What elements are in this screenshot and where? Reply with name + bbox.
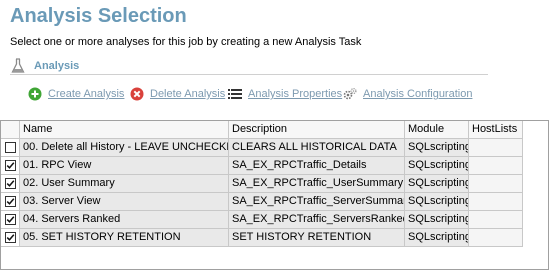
cell-module: SQLscripting: [405, 139, 469, 157]
cell-name: 05. SET HISTORY RETENTION: [20, 229, 229, 247]
cell-hostlists: [469, 139, 523, 157]
cell-description: SA_EX_RPCTraffic_ServerSummary: [229, 193, 405, 211]
cell-hostlists: [469, 175, 523, 193]
cell-description: CLEARS ALL HISTORICAL DATA: [229, 139, 405, 157]
section-label: Analysis: [34, 60, 80, 72]
analysis-grid: Name Description Module HostLists 00. De…: [0, 120, 549, 270]
analysis-configuration-label: Analysis Configuration: [363, 88, 473, 100]
page-title: Analysis Selection: [10, 5, 187, 27]
table-row[interactable]: 02. User Summary SA_EX_RPCTraffic_UserSum…: [1, 175, 548, 193]
row-checkbox-cell: [1, 139, 20, 157]
cell-module: SQLscripting: [405, 211, 469, 229]
checkmark-icon: [6, 234, 15, 241]
create-analysis-label: Create Analysis: [48, 88, 125, 100]
row-checkbox[interactable]: [5, 232, 16, 243]
cell-module: SQLscripting: [405, 193, 469, 211]
table-row[interactable]: 04. Servers Ranked SA_EX_RPCTraffic_Serve…: [1, 211, 548, 229]
grid-header-row: Name Description Module HostLists: [1, 121, 548, 139]
checkmark-icon: [6, 180, 15, 187]
row-checkbox[interactable]: [5, 214, 16, 225]
header-checkbox-column: [1, 121, 20, 139]
cell-name: 01. RPC View: [20, 157, 229, 175]
cell-module: SQLscripting: [405, 229, 469, 247]
row-checkbox[interactable]: [5, 196, 16, 207]
row-checkbox-cell: [1, 175, 20, 193]
delete-analysis-label: Delete Analysis: [150, 88, 226, 100]
cell-hostlists: [469, 229, 523, 247]
flask-icon: [11, 58, 25, 74]
row-checkbox-cell: [1, 157, 20, 175]
cell-description: SET HISTORY RETENTION: [229, 229, 405, 247]
cell-hostlists: [469, 211, 523, 229]
analysis-properties-label: Analysis Properties: [248, 88, 343, 100]
table-row[interactable]: 00. Delete all History - LEAVE UNCHECKED…: [1, 139, 548, 157]
cell-description: SA_EX_RPCTraffic_Details: [229, 157, 405, 175]
cell-module: SQLscripting: [405, 175, 469, 193]
row-checkbox[interactable]: [5, 142, 16, 153]
row-checkbox[interactable]: [5, 178, 16, 189]
cell-hostlists: [469, 193, 523, 211]
analysis-section-header: Analysis: [10, 58, 488, 75]
delete-circle-icon: [130, 87, 144, 101]
cell-name: 04. Servers Ranked: [20, 211, 229, 229]
cell-description: SA_EX_RPCTraffic_UserSummary: [229, 175, 405, 193]
list-icon: [228, 87, 242, 101]
gears-icon: [343, 87, 357, 101]
column-header-name[interactable]: Name: [20, 121, 229, 139]
cell-module: SQLscripting: [405, 157, 469, 175]
row-checkbox-cell: [1, 193, 20, 211]
table-row[interactable]: 03. Server View SA_EX_RPCTraffic_ServerSu…: [1, 193, 548, 211]
cell-name: 00. Delete all History - LEAVE UNCHECKED: [20, 139, 229, 157]
plus-circle-icon: [28, 87, 42, 101]
column-header-module[interactable]: Module: [405, 121, 469, 139]
checkmark-icon: [6, 216, 15, 223]
checkmark-icon: [6, 198, 15, 205]
table-row[interactable]: 05. SET HISTORY RETENTION SET HISTORY RET…: [1, 229, 548, 247]
page-subtitle: Select one or more analyses for this job…: [10, 36, 362, 48]
cell-name: 02. User Summary: [20, 175, 229, 193]
cell-description: SA_EX_RPCTraffic_ServersRanked: [229, 211, 405, 229]
row-checkbox-cell: [1, 229, 20, 247]
row-checkbox-cell: [1, 211, 20, 229]
cell-name: 03. Server View: [20, 193, 229, 211]
row-checkbox[interactable]: [5, 160, 16, 171]
cell-hostlists: [469, 157, 523, 175]
checkmark-icon: [6, 162, 15, 169]
column-header-hostlists[interactable]: HostLists: [469, 121, 523, 139]
column-header-description[interactable]: Description: [229, 121, 405, 139]
table-row[interactable]: 01. RPC View SA_EX_RPCTraffic_Details SQLs…: [1, 157, 548, 175]
